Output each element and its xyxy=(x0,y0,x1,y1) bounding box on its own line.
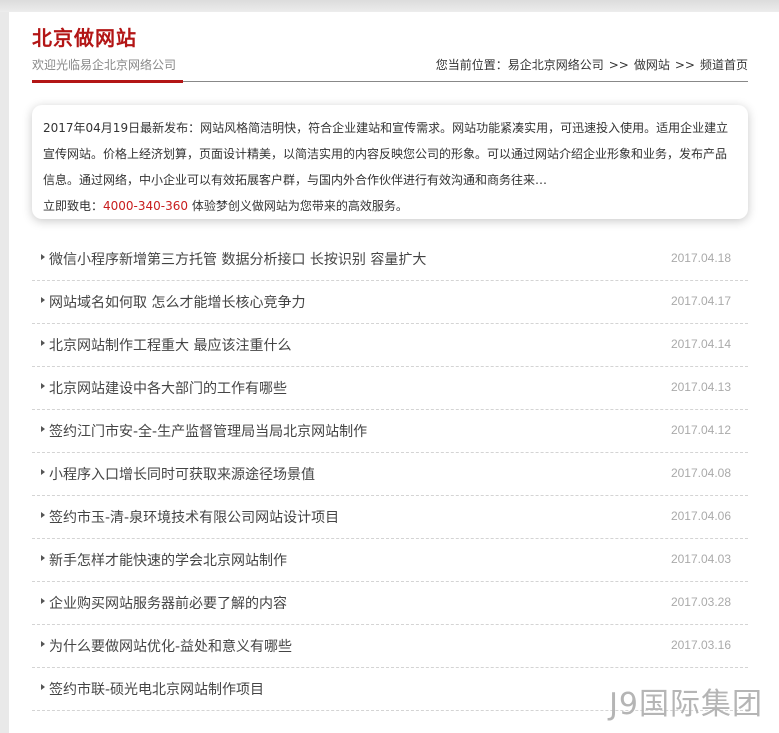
news-list-item[interactable]: 北京网站建设中各大部门的工作有哪些 2017.04.13 xyxy=(32,367,748,410)
breadcrumb: 您当前位置：易企北京网络公司 >> 做网站 >> 频道首页 xyxy=(436,56,748,73)
news-title-link[interactable]: 签约江门市安-全-生产监督管理局当局北京网站制作 xyxy=(49,421,367,441)
news-title-link[interactable]: 企业购买网站服务器前必要了解的内容 xyxy=(49,593,287,613)
news-list-item[interactable]: 小程序入口增长同时可获取来源途径场景值 2017.04.08 xyxy=(32,453,748,496)
news-date: 2017.04.18 xyxy=(670,251,731,265)
news-title-link[interactable]: 签约市玉-清-泉环境技术有限公司网站设计项目 xyxy=(49,507,339,527)
intro-call-line: 立即致电：4000-340-360 体验梦创义做网站为您带来的高效服务。 xyxy=(43,193,737,219)
news-list: 微信小程序新增第三方托管 数据分析接口 长按识别 容量扩大 2017.04.18 网… xyxy=(32,238,748,711)
caret-right-icon xyxy=(41,383,45,389)
news-date: 2017.04.03 xyxy=(670,552,731,566)
news-title-link[interactable]: 微信小程序新增第三方托管 数据分析接口 长按识别 容量扩大 xyxy=(49,249,426,269)
news-list-item[interactable]: 微信小程序新增第三方托管 数据分析接口 长按识别 容量扩大 2017.04.18 xyxy=(32,238,748,281)
breadcrumb-separator: >> xyxy=(608,58,629,72)
news-title-link[interactable]: 小程序入口增长同时可获取来源途径场景值 xyxy=(49,464,315,484)
news-list-item[interactable]: 网站域名如何取 怎么才能增长核心竞争力 2017.04.17 xyxy=(32,281,748,324)
news-date: 2017.03.16 xyxy=(670,638,731,652)
call-prefix: 立即致电： xyxy=(43,199,104,213)
caret-right-icon xyxy=(41,469,45,475)
title-underline xyxy=(32,80,183,83)
news-date: 2017.04.14 xyxy=(670,337,731,351)
caret-right-icon xyxy=(41,512,45,518)
breadcrumb-item-channel[interactable]: 频道首页 xyxy=(700,56,748,73)
news-list-item[interactable]: 签约江门市安-全-生产监督管理局当局北京网站制作 2017.04.12 xyxy=(32,410,748,453)
caret-right-icon xyxy=(41,598,45,604)
news-title-link[interactable]: 为什么要做网站优化-益处和意义有哪些 xyxy=(49,636,292,656)
caret-right-icon xyxy=(41,641,45,647)
news-title-link[interactable]: 新手怎样才能快速的学会北京网站制作 xyxy=(49,550,287,570)
news-date: 2017.04.06 xyxy=(670,509,731,523)
news-list-item[interactable]: 北京网站制作工程重大 最应该注重什么 2017.04.14 xyxy=(32,324,748,367)
breadcrumb-prefix: 您当前位置： xyxy=(435,58,508,72)
page-subtitle: 欢迎光临易企北京网络公司 xyxy=(32,58,177,72)
page-title: 北京做网站 xyxy=(32,26,137,50)
intro-text: 2017年04月19日最新发布：网站风格简洁明快，符合企业建站和宣传需求。网站功… xyxy=(43,121,729,187)
news-title-link[interactable]: 网站域名如何取 怎么才能增长核心竞争力 xyxy=(49,292,305,312)
breadcrumb-separator: >> xyxy=(674,58,695,72)
caret-right-icon xyxy=(41,684,45,690)
breadcrumb-item-section[interactable]: 做网站 xyxy=(634,56,670,73)
news-title-link[interactable]: 北京网站建设中各大部门的工作有哪些 xyxy=(49,378,287,398)
intro-box: 2017年04月19日最新发布：网站风格简洁明快，符合企业建站和宣传需求。网站功… xyxy=(32,105,748,219)
news-list-item[interactable]: 为什么要做网站优化-益处和意义有哪些 2017.03.16 xyxy=(32,625,748,668)
phone-number: 4000-340-360 xyxy=(103,199,189,213)
news-date: 2017.04.17 xyxy=(670,294,731,308)
news-title-link[interactable]: 北京网站制作工程重大 最应该注重什么 xyxy=(49,335,291,355)
caret-right-icon xyxy=(41,297,45,303)
caret-right-icon xyxy=(41,254,45,260)
news-title-link[interactable]: 签约市联-硕光电北京网站制作项目 xyxy=(49,679,264,699)
news-date: 2017.04.08 xyxy=(670,466,731,480)
page-header: 北京做网站 欢迎光临易企北京网络公司 您当前位置：易企北京网络公司 >> 做网站 >>… xyxy=(32,22,748,83)
caret-right-icon xyxy=(41,340,45,346)
news-date: 2017.04.12 xyxy=(670,423,731,437)
news-date: 2017.03.28 xyxy=(670,595,731,609)
news-date: 2017.04.13 xyxy=(670,380,731,394)
news-list-item[interactable]: 新手怎样才能快速的学会北京网站制作 2017.04.03 xyxy=(32,539,748,582)
caret-right-icon xyxy=(41,555,45,561)
news-list-item[interactable]: 签约市玉-清-泉环境技术有限公司网站设计项目 2017.04.06 xyxy=(32,496,748,539)
call-suffix: 体验梦创义做网站为您带来的高效服务。 xyxy=(191,199,408,213)
top-bar xyxy=(0,0,779,12)
news-list-item[interactable]: 企业购买网站服务器前必要了解的内容 2017.03.28 xyxy=(32,582,748,625)
caret-right-icon xyxy=(41,426,45,432)
breadcrumb-item-home[interactable]: 易企北京网络公司 xyxy=(508,56,604,73)
watermark-logo: J9国际集团 xyxy=(609,687,763,722)
